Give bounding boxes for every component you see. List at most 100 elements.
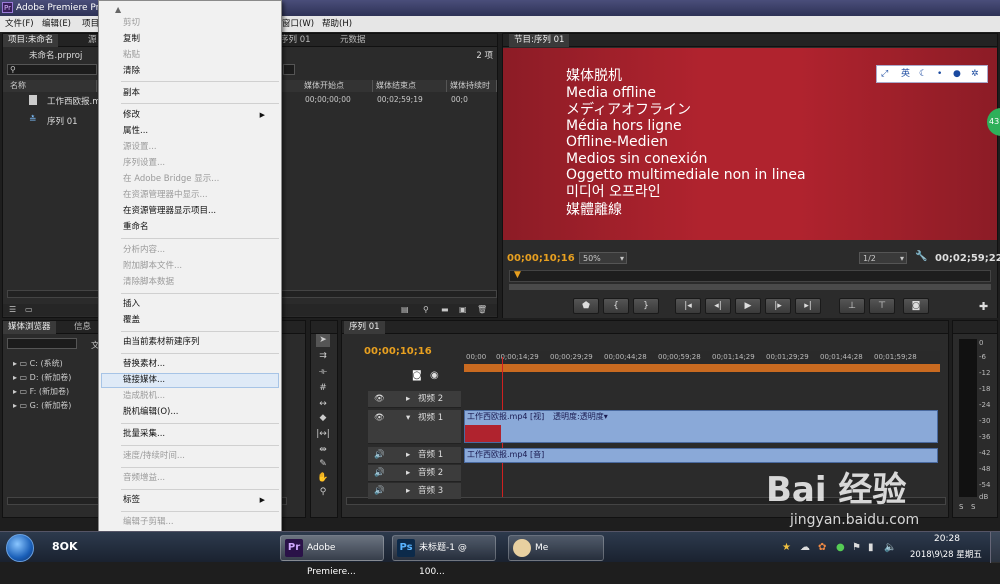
video-clip-fx[interactable]: 透明度:透明度▾ [553, 411, 608, 422]
solo-right[interactable]: S [971, 503, 975, 511]
add-marker-button[interactable]: ⬟ [573, 298, 599, 314]
menu-item-edit-subclip[interactable]: 编辑子剪辑... [123, 515, 273, 530]
mark-out-button[interactable]: } [633, 298, 659, 314]
track-select-tool-icon[interactable]: ⇉ [316, 350, 330, 363]
speaker-icon[interactable]: 🔊 [374, 483, 385, 500]
media-browser-path-select[interactable] [7, 338, 77, 349]
expand-icon[interactable]: ▸ [406, 483, 410, 500]
ime-toolbar[interactable]: ⤢ 英 ☾ • ● ✲ [876, 65, 988, 83]
track-audio-2[interactable]: 🔊 ▸ 音频 2 [368, 465, 461, 482]
tray-network-icon[interactable]: ▮ [868, 542, 874, 553]
drive-f[interactable]: ▸ ▭ F: (新加卷) [13, 385, 69, 398]
menu-item-replace-footage[interactable]: 替换素材... [123, 357, 273, 372]
show-desktop-button[interactable] [990, 532, 1000, 563]
add-button-icon[interactable]: ✚ [979, 300, 988, 313]
menu-item-insert[interactable]: 插入 [123, 297, 273, 312]
menu-file[interactable]: 文件(F) [5, 16, 34, 32]
tab-project[interactable]: 项目:未命名 [3, 34, 59, 47]
menu-item-sequence-settings[interactable]: 序列设置... [123, 156, 273, 171]
lift-button[interactable]: ⊥ [839, 298, 865, 314]
speaker-icon[interactable]: 🔊 [374, 465, 385, 482]
menu-item-source-settings[interactable]: 源设置... [123, 140, 273, 155]
track-video-1[interactable]: 👁 ▾ 视频 1 [368, 410, 461, 444]
menu-item-duplicate[interactable]: 副本 [123, 86, 273, 101]
ripple-edit-tool-icon[interactable]: ⟛ [316, 366, 330, 379]
step-forward-button[interactable]: |▸ [765, 298, 791, 314]
play-button[interactable]: ▶ [735, 298, 761, 314]
tab-media-browser[interactable]: 媒体浏览器 [3, 321, 56, 334]
snap-icon[interactable]: ◙ [412, 370, 422, 381]
slip-tool-icon[interactable]: |↔| [316, 428, 330, 441]
taskbar-premiere[interactable]: Pr Adobe Premiere... [280, 535, 384, 577]
drive-d[interactable]: ▸ ▭ D: (新加卷) [13, 371, 71, 384]
menu-item-paste[interactable]: 粘贴 [123, 48, 273, 63]
rate-stretch-tool-icon[interactable]: ↔ [316, 398, 330, 411]
taskbar-me[interactable]: Me [508, 535, 604, 561]
col-media-start[interactable]: 媒体开始点 [301, 80, 373, 92]
tray-flag-icon[interactable]: ⚑ [852, 542, 861, 553]
audio-clip[interactable]: 工作西欧报.mp4 [音] [464, 448, 938, 463]
menu-item-analyze[interactable]: 分析内容... [123, 243, 273, 258]
tray-cloud-icon[interactable]: ☁ [800, 542, 810, 553]
timeline-ruler[interactable]: 00;00 00;00;14;29 00;00;29;29 00;00;44;2… [464, 351, 940, 375]
rolling-edit-tool-icon[interactable]: # [316, 382, 330, 395]
expand-icon[interactable]: ▸ [406, 391, 410, 408]
track-audio-1[interactable]: 🔊 ▸ 音频 1 [368, 447, 461, 464]
project-search-input[interactable]: ⚲ [7, 64, 97, 75]
scroll-up-icon[interactable]: ▲ [115, 5, 121, 14]
razor-tool-icon[interactable]: ◆ [316, 412, 330, 425]
menu-help[interactable]: 帮助(H) [322, 16, 352, 32]
go-to-in-button[interactable]: |◂ [675, 298, 701, 314]
menu-project[interactable]: 项目 [82, 16, 99, 32]
program-zoom-bar[interactable] [509, 284, 991, 290]
menu-item-make-offline[interactable]: 造成脱机... [123, 389, 273, 404]
menu-item-properties[interactable]: 属性... [123, 124, 273, 139]
ime-lang[interactable]: 英 [901, 66, 910, 82]
menu-item-reveal-project[interactable]: 在资源管理器显示项目... [123, 204, 273, 219]
tab-program[interactable]: 节目:序列 01 [509, 34, 570, 47]
tab-sequence-01[interactable]: 序列 01 [344, 321, 385, 334]
menu-item-attach-script[interactable]: 附加脚本文件... [123, 259, 273, 274]
tray-app-icon[interactable]: ✿ [818, 542, 826, 553]
slide-tool-icon[interactable]: ⇹ [316, 444, 330, 457]
trash-icon[interactable]: 🗑 [477, 305, 487, 314]
mark-in-button[interactable]: { [603, 298, 629, 314]
playhead-icon[interactable]: ▼ [514, 270, 521, 280]
go-to-out-button[interactable]: ▸| [795, 298, 821, 314]
menu-item-overwrite[interactable]: 覆盖 [123, 313, 273, 328]
menu-item-new-sequence[interactable]: 由当前素材新建序列 [123, 335, 273, 350]
zoom-tool-icon[interactable]: ⚲ [316, 486, 330, 499]
menu-item-offline-edit[interactable]: 脱机编辑(O)... [123, 405, 273, 420]
timeline-timecode[interactable]: 00;00;10;16 [364, 346, 432, 357]
menu-item-speed-duration[interactable]: 速度/持续时间... [123, 449, 273, 464]
expand-icon[interactable]: ▸ [406, 447, 410, 464]
search-dropdown[interactable] [283, 64, 295, 75]
menu-item-clear-script[interactable]: 清除脚本数据 [123, 275, 273, 290]
pen-tool-icon[interactable]: ✎ [316, 458, 330, 471]
expand-icon[interactable]: ▸ [406, 465, 410, 482]
menu-item-copy[interactable]: 复制 [123, 32, 273, 47]
find-icon[interactable]: ⚲ [423, 305, 429, 314]
tray-star-icon[interactable]: ★ [782, 542, 791, 553]
col-media-end[interactable]: 媒体结束点 [373, 80, 447, 92]
ime-moon-icon[interactable]: ☾ [919, 66, 927, 82]
menu-window[interactable]: 窗口(W) [282, 16, 314, 32]
menu-edit[interactable]: 编辑(E) [42, 16, 71, 32]
drive-g[interactable]: ▸ ▭ G: (新加卷) [13, 399, 71, 412]
export-frame-button[interactable]: ◙ [903, 298, 929, 314]
tab-info[interactable]: 信息 [69, 321, 96, 334]
menu-item-batch-capture[interactable]: 批量采集... [123, 427, 273, 442]
list-view-icon[interactable]: ☰ [9, 305, 16, 314]
menu-item-audio-gain[interactable]: 音频增益... [123, 471, 273, 486]
extract-button[interactable]: ⊤ [869, 298, 895, 314]
taskbar-photoshop[interactable]: Ps 未标题-1 @ 100... [392, 535, 496, 577]
automate-icon[interactable]: ▤ [401, 305, 409, 314]
program-time-ruler[interactable]: ▼ [509, 270, 991, 282]
hand-tool-icon[interactable]: ✋ [316, 472, 330, 485]
tray-green-icon[interactable]: ● [836, 542, 845, 553]
track-video-2[interactable]: 👁 ▸ 视频 2 [368, 391, 461, 408]
tray-app-label[interactable]: 8OK [52, 540, 78, 553]
program-timecode[interactable]: 00;00;10;16 [507, 253, 575, 264]
new-item-icon[interactable]: ▣ [459, 305, 467, 314]
menu-item-rename[interactable]: 重命名 [123, 220, 273, 235]
